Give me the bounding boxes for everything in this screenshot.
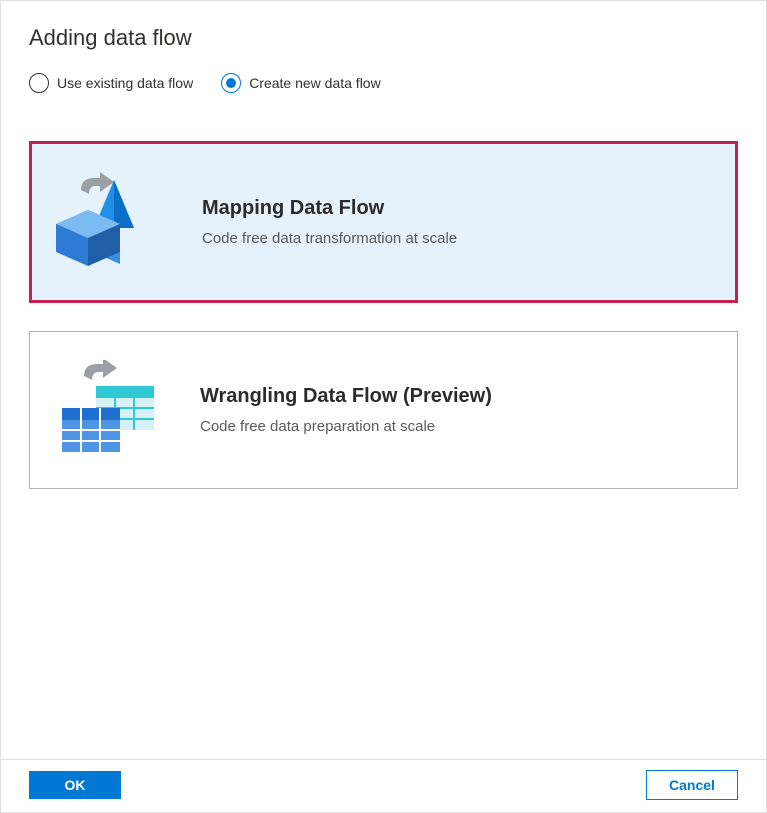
dialog-footer: OK Cancel [1,759,766,812]
radio-label: Create new data flow [249,75,381,91]
radio-dot-icon [226,78,236,88]
wrangling-dataflow-icon [54,360,164,460]
card-title: Mapping Data Flow [202,197,457,220]
radio-icon [221,73,241,93]
dialog-title: Adding data flow [29,25,738,51]
dataflow-type-cards: Mapping Data Flow Code free data transfo… [1,103,766,759]
ok-button[interactable]: OK [29,771,121,799]
radio-icon [29,73,49,93]
card-wrangling-data-flow[interactable]: Wrangling Data Flow (Preview) Code free … [29,331,738,489]
radio-use-existing[interactable]: Use existing data flow [29,73,193,93]
card-description: Code free data transformation at scale [202,230,457,247]
radio-label: Use existing data flow [57,75,193,91]
card-title: Wrangling Data Flow (Preview) [200,385,492,408]
radio-group-dataflow-source: Use existing data flow Create new data f… [1,73,766,103]
cancel-button[interactable]: Cancel [646,770,738,800]
card-description: Code free data preparation at scale [200,418,492,435]
mapping-dataflow-icon [56,172,166,272]
card-text: Mapping Data Flow Code free data transfo… [202,197,457,247]
card-text: Wrangling Data Flow (Preview) Code free … [200,385,492,435]
card-mapping-data-flow[interactable]: Mapping Data Flow Code free data transfo… [29,141,738,303]
radio-create-new[interactable]: Create new data flow [221,73,381,93]
dialog-header: Adding data flow [1,1,766,69]
